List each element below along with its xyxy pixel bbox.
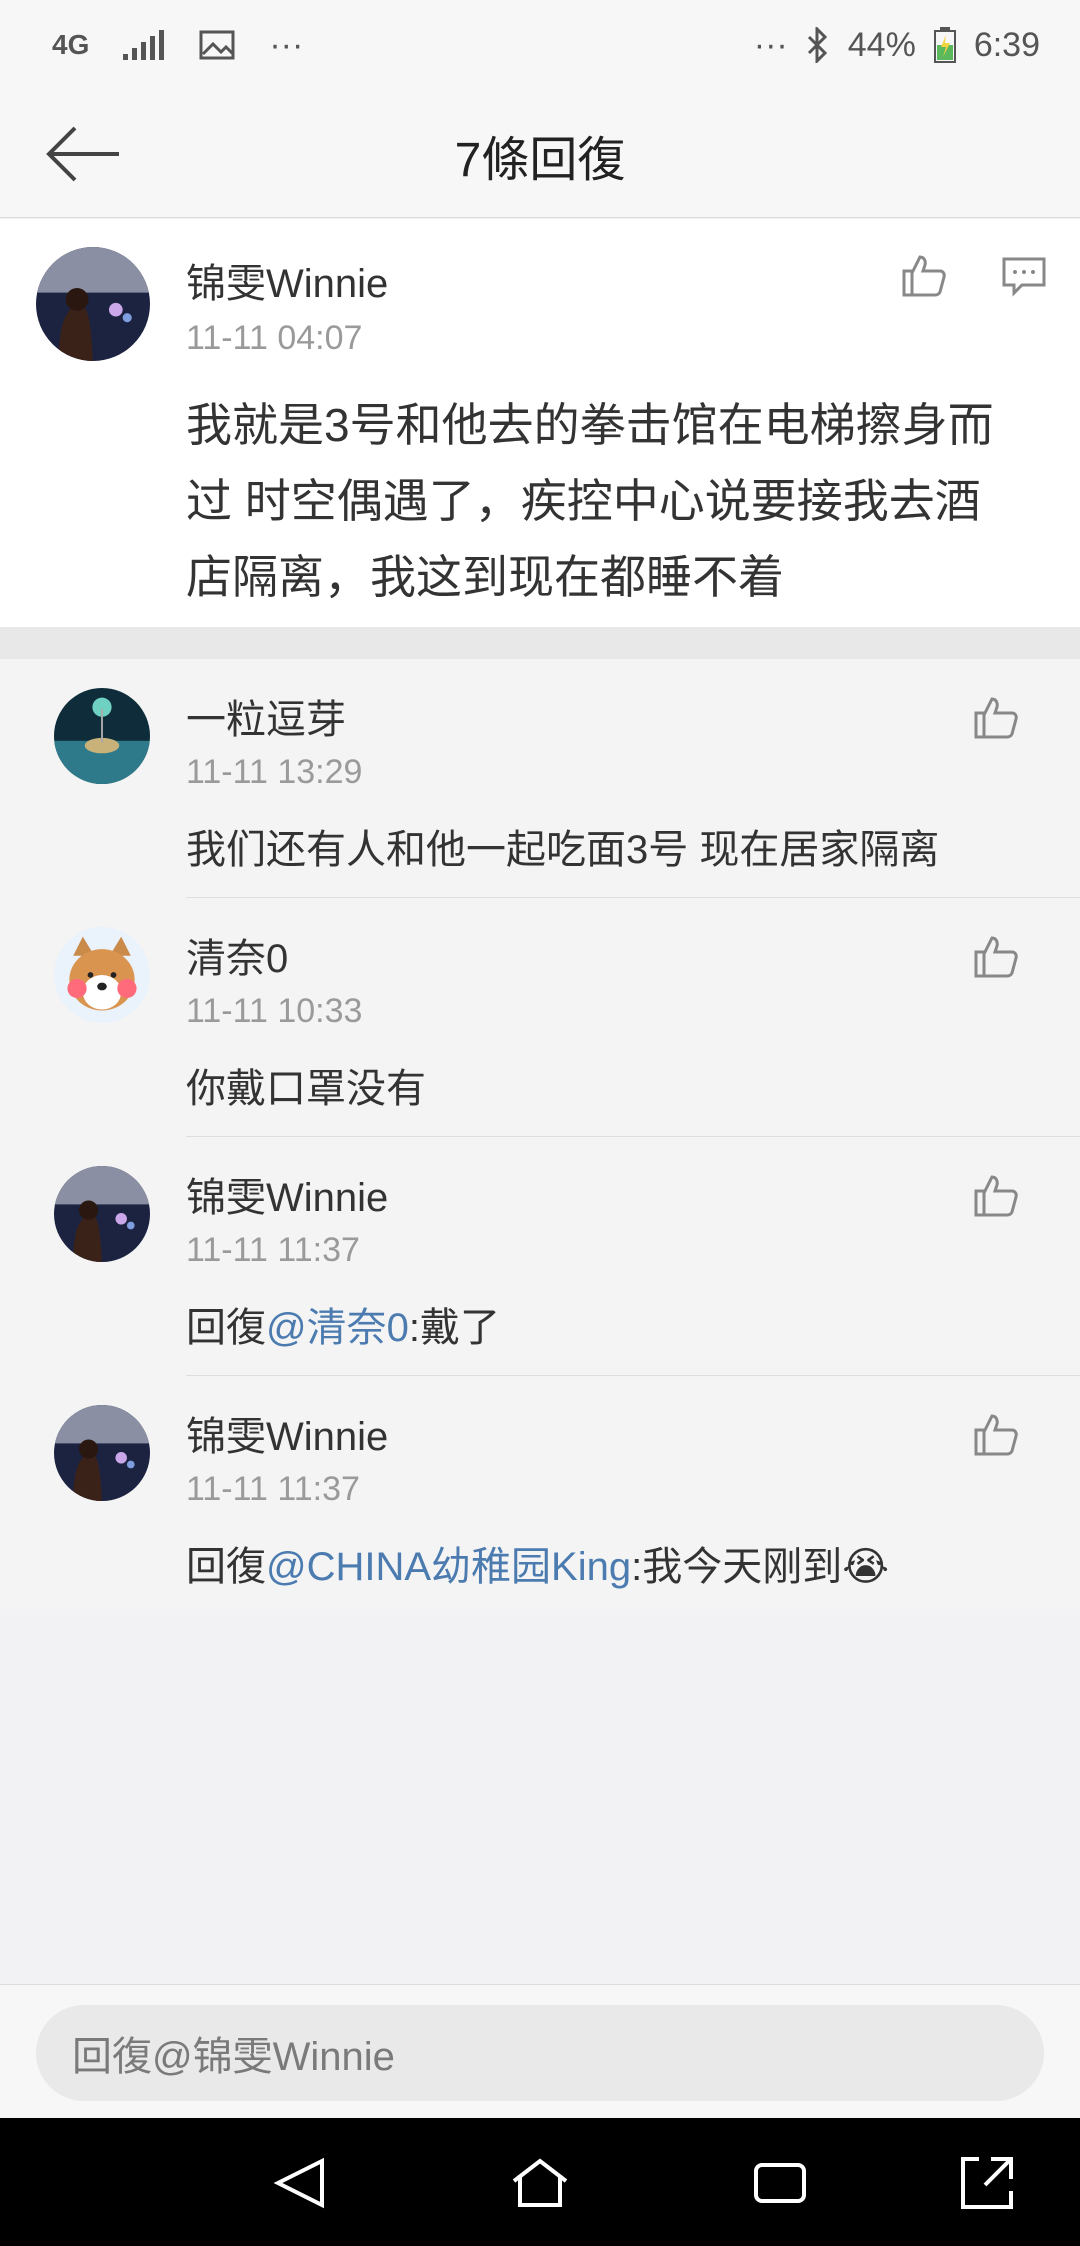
battery-percent: 44% xyxy=(847,25,916,64)
reply-body: 你戴口罩没有 xyxy=(186,1067,426,1111)
reply-item[interactable]: 锦雯Winnie 11-11 11:37 回復@清奈0:戴了 xyxy=(0,1137,1080,1376)
nav-bar: 7條回復 xyxy=(0,90,1080,218)
comment-line: 我就是3号和他去的拳击馆在电梯擦身而 xyxy=(186,399,994,451)
reply-input-placeholder: 回復@锦雯Winnie xyxy=(72,2035,395,2079)
reply-body: 我们还有人和他一起吃面3号 现在居家隔离 xyxy=(186,828,940,872)
avatar[interactable] xyxy=(36,247,150,361)
comment-line: 过 时空偶遇了，疾控中心说要接我去酒 xyxy=(186,475,981,527)
comment-text: 我就是3号和他去的拳击馆在电梯擦身而 过 时空偶遇了，疾控中心说要接我去酒 店隔… xyxy=(186,387,1046,615)
reply-username[interactable]: 一粒逗芽 xyxy=(186,687,346,745)
avatar[interactable] xyxy=(54,927,150,1023)
reply-username[interactable]: 锦雯Winnie xyxy=(186,1404,388,1462)
avatar[interactable] xyxy=(54,688,150,784)
reply-prefix: 回復 xyxy=(186,1306,266,1350)
mention-link[interactable]: @清奈0 xyxy=(266,1306,409,1350)
reply-text: 你戴口罩没有 xyxy=(186,1056,426,1114)
status-bar: 4G ··· ··· 44% 6:39 xyxy=(0,0,1080,90)
reply-list: 一粒逗芽 11-11 13:29 我们还有人和他一起吃面3号 现在居家隔离 清奈… xyxy=(0,659,1080,1609)
like-button[interactable] xyxy=(896,247,952,303)
thumbs-up-icon xyxy=(902,255,946,297)
mention-link[interactable]: @CHINA幼稚园King xyxy=(266,1545,631,1589)
battery-icon xyxy=(933,27,956,63)
comment-line: 店隔离，我这到现在都睡不着 xyxy=(186,551,784,603)
reply-button[interactable] xyxy=(996,247,1052,303)
triangle-back-icon xyxy=(273,2157,324,2209)
expand-icon xyxy=(961,2157,1013,2209)
bluetooth-icon xyxy=(806,27,830,63)
avatar[interactable] xyxy=(54,1405,150,1501)
like-button[interactable] xyxy=(968,928,1024,984)
reply-username[interactable]: 清奈0 xyxy=(186,926,288,984)
nav-recents-button[interactable] xyxy=(745,2148,815,2218)
comment-icon xyxy=(1002,257,1046,297)
clock: 6:39 xyxy=(973,25,1040,64)
reply-item[interactable]: 清奈0 11-11 10:33 你戴口罩没有 xyxy=(0,898,1080,1137)
nav-back-button[interactable] xyxy=(265,2148,335,2218)
image-icon xyxy=(199,30,235,60)
empty-area xyxy=(0,1609,1080,1984)
comment-username[interactable]: 锦雯Winnie xyxy=(186,251,388,309)
home-icon xyxy=(512,2158,568,2207)
thumbs-up-icon xyxy=(974,1414,1018,1456)
reply-body: :我今天刚到😭 xyxy=(631,1545,889,1589)
reply-text: 回復@CHINA幼稚园King:我今天刚到😭 xyxy=(186,1534,889,1592)
page-title: 7條回復 xyxy=(454,134,626,187)
network-4g-icon: 4G xyxy=(52,29,90,60)
system-nav-bar xyxy=(0,2118,1080,2246)
status-more-right: ··· xyxy=(753,25,788,64)
section-divider xyxy=(0,627,1080,659)
reply-text: 回復@清奈0:戴了 xyxy=(186,1295,500,1353)
reply-item[interactable]: 锦雯Winnie 11-11 11:37 回復@CHINA幼稚园King:我今天… xyxy=(0,1376,1080,1615)
reply-prefix: 回復 xyxy=(186,1545,266,1589)
reply-input[interactable]: 回復@锦雯Winnie xyxy=(36,2005,1044,2101)
nav-expand-button[interactable] xyxy=(952,2148,1022,2218)
reply-body: :戴了 xyxy=(408,1306,500,1350)
reply-timestamp: 11-11 13:29 xyxy=(186,753,363,791)
avatar[interactable] xyxy=(54,1166,150,1262)
main-comment[interactable]: 锦雯Winnie 11-11 04:07 我就是3号和他去的拳击馆在电梯擦身而 … xyxy=(0,219,1080,627)
reply-timestamp: 11-11 11:37 xyxy=(186,1470,360,1508)
reply-input-bar: 回復@锦雯Winnie xyxy=(0,1984,1080,2118)
reply-timestamp: 11-11 10:33 xyxy=(186,992,363,1030)
recents-icon xyxy=(754,2163,806,2203)
reply-timestamp: 11-11 11:37 xyxy=(186,1231,360,1269)
reply-username[interactable]: 锦雯Winnie xyxy=(186,1165,388,1223)
thumbs-up-icon xyxy=(974,697,1018,739)
reply-text: 我们还有人和他一起吃面3号 现在居家隔离 xyxy=(186,817,939,875)
like-button[interactable] xyxy=(968,689,1024,745)
nav-home-button[interactable] xyxy=(505,2148,575,2218)
status-more-left: ··· xyxy=(269,25,304,64)
signal-icon xyxy=(123,30,165,60)
reply-item[interactable]: 一粒逗芽 11-11 13:29 我们还有人和他一起吃面3号 现在居家隔离 xyxy=(0,659,1080,898)
comment-timestamp: 11-11 04:07 xyxy=(186,319,363,357)
thumbs-up-icon xyxy=(974,1175,1018,1217)
thumbs-up-icon xyxy=(974,936,1018,978)
like-button[interactable] xyxy=(968,1167,1024,1223)
like-button[interactable] xyxy=(968,1406,1024,1462)
